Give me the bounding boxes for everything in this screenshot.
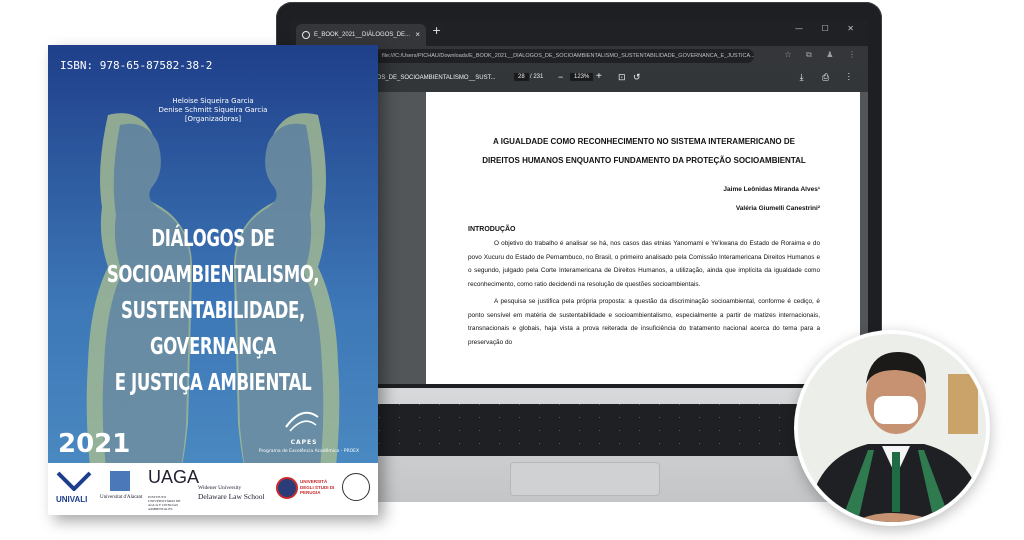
univali-logo-text: UNIVALI (56, 495, 88, 504)
globe-icon (302, 31, 310, 39)
tab-title: E_BOOK_2021__DIÁLOGOS_DE... (314, 32, 411, 38)
author-1: Jaime Leônidas Miranda Alves¹ (723, 186, 820, 193)
address-bar[interactable]: file:///C:/Users/PICHAU/Downloads/E_BOOK… (374, 49, 754, 63)
capes-label: CAPES (290, 439, 318, 446)
zoom-in-button[interactable]: + (596, 71, 602, 82)
document-title-line1: A IGUALDADE COMO RECONHECIMENTO NO SISTE… (493, 137, 795, 146)
capes-program: Programa de Excelência Acadêmica - PROEX (258, 449, 360, 454)
paragraph: O objetivo do trabalho é analisar se há,… (468, 240, 820, 288)
uaga-logo-subtext: INSTITUTO UNIVERSITÁRIO DE AGUA Y CIENCI… (148, 495, 181, 511)
browser-tabbar: E_BOOK_2021__DIÁLOGOS_DE... × + — ☐ ✕ (290, 20, 868, 46)
alicante-logo-text: Universitat d'Alacant (100, 495, 143, 500)
univali-logo-icon (56, 471, 92, 491)
isbn: ISBN: 978-65-87582-38-2 (60, 59, 213, 72)
pdf-file-title: LOGOS_DE_SOCIOAMBIENTALISMO__SUST... (364, 75, 496, 81)
document-title-line2: DIREITOS HUMANOS ENQUANTO FUNDAMENTO DA … (482, 156, 806, 165)
book-title-line2: SUSTENTABILIDADE, GOVERNANÇA (121, 298, 305, 360)
toolbar-icons[interactable]: ☆ ⧉ ♟ ⋮ (784, 50, 862, 60)
keyboard (320, 404, 850, 456)
editors: Heloise Siqueira Garcia Denise Schmitt S… (48, 97, 378, 124)
presenter-avatar-icon (798, 334, 986, 522)
book-title: DIÁLOGOS DE SOCIOAMBIENTALISMO, SUSTENTA… (94, 221, 332, 401)
new-tab-button[interactable]: + (432, 24, 441, 37)
presenter-photo (794, 330, 990, 526)
perugia-logo-icon (276, 477, 298, 499)
fit-page-icon[interactable]: ⊡ (618, 72, 626, 83)
close-icon[interactable]: × (415, 24, 420, 46)
widener-logo-text: Widener University (198, 485, 242, 491)
pdf-page: A IGUALDADE COMO RECONHECIMENTO NO SISTE… (426, 92, 860, 384)
book-cover: ISBN: 978-65-87582-38-2 Heloise Siqueira… (48, 45, 378, 515)
seal-logo-icon (342, 473, 370, 501)
download-print-icons[interactable]: ⤓ ⎙ ⋮ (800, 72, 858, 83)
uaga-logo-text: UAGA (148, 467, 200, 487)
browser-tab[interactable]: E_BOOK_2021__DIÁLOGOS_DE... × (296, 24, 426, 46)
trackpad (510, 462, 660, 496)
window-controls[interactable]: — ☐ ✕ (795, 24, 862, 33)
rotate-icon[interactable]: ↺ (633, 72, 641, 83)
editor-name: Heloise Siqueira Garcia (172, 97, 254, 105)
editors-role: [Organizadoras] (184, 115, 242, 123)
editor-name: Denise Schmitt Siqueira Garcia (158, 106, 268, 114)
book-year: 2021 (58, 429, 131, 459)
capes-logo-icon (285, 411, 319, 432)
author-2: Valéria Giumelli Canestrini² (735, 205, 820, 212)
zoom-level[interactable]: 123% (570, 73, 594, 81)
section-heading: INTRODUÇÃO (468, 226, 516, 233)
partner-logos: UNIVALI Universitat d'Alacant UAGA INSTI… (48, 463, 378, 515)
alicante-logo-icon (110, 471, 130, 491)
zoom-out-button[interactable]: − (558, 72, 563, 82)
paragraph: A pesquisa se justifica pela própria pro… (468, 298, 820, 346)
page-total: / 231 (530, 74, 544, 80)
book-title-line1: DIÁLOGOS DE SOCIOAMBIENTALISMO, (106, 226, 320, 288)
perugia-logo-text: UNIVERSITÀ DEGLI STUDI DI PERUGIA (300, 479, 335, 495)
page-number-input[interactable]: 28 (514, 73, 529, 81)
book-title-line3: E JUSTIÇA AMBIENTAL (114, 370, 312, 396)
widener-logo-subtext: Delaware Law School (198, 492, 265, 501)
